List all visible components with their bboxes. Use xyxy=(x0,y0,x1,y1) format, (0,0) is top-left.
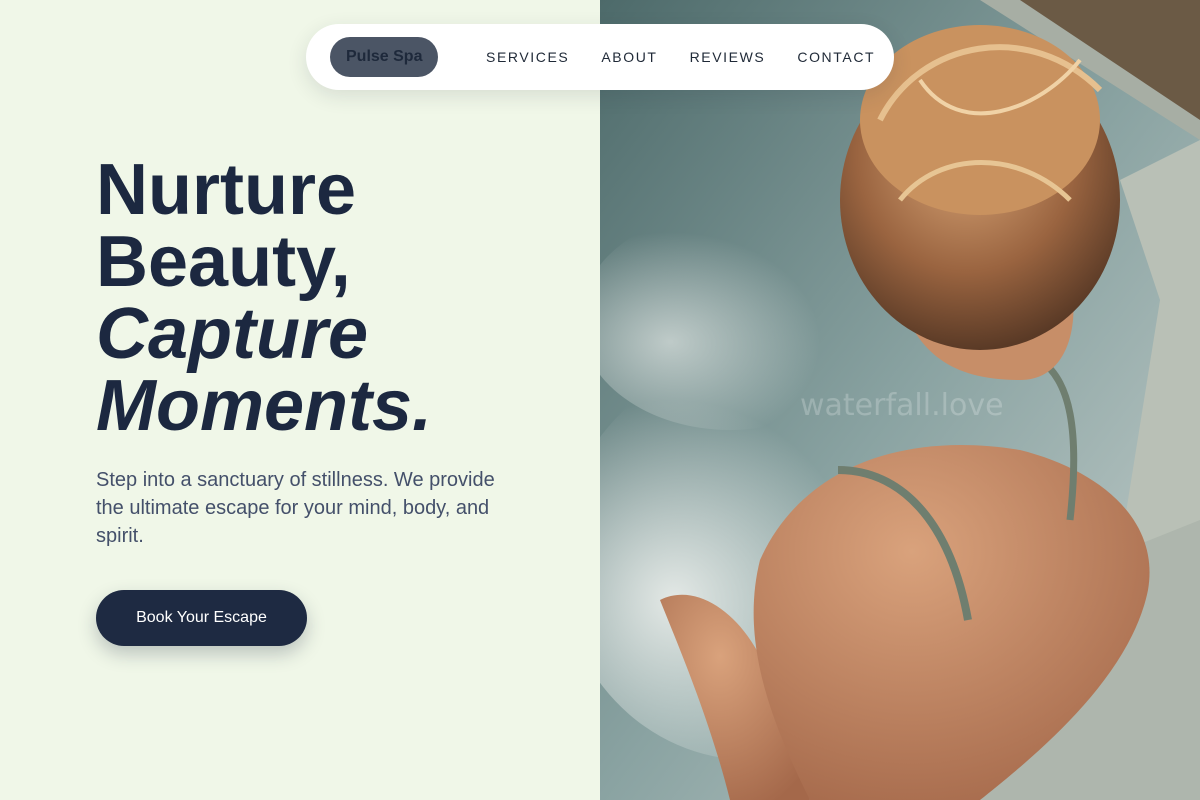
nav-link-services[interactable]: SERVICES xyxy=(486,49,569,65)
brand-logo-button[interactable]: Pulse Spa xyxy=(330,37,439,77)
top-navigation: Pulse Spa SERVICES ABOUT REVIEWS CONTACT xyxy=(306,24,894,90)
watermark-text: waterfall.love xyxy=(800,388,1004,423)
nav-link-contact[interactable]: CONTACT xyxy=(797,49,875,65)
nav-link-about[interactable]: ABOUT xyxy=(601,49,657,65)
hero-headline: Nurture Beauty, Capture Moments. xyxy=(96,154,576,442)
headline-line-3: Capture xyxy=(96,294,369,374)
hero-image: waterfall.love xyxy=(600,0,1200,800)
headline-line-4: Moments. xyxy=(96,366,433,446)
nav-links: SERVICES ABOUT REVIEWS CONTACT xyxy=(486,24,907,90)
hero-lede: Step into a sanctuary of stillness. We p… xyxy=(96,469,495,547)
headline-line-2: Beauty, xyxy=(96,222,351,302)
hero-left-panel: Nurture Beauty, Capture Moments. Step in… xyxy=(0,0,600,800)
headline-line-1: Nurture xyxy=(96,150,357,230)
book-escape-button[interactable]: Book Your Escape xyxy=(96,590,307,646)
nav-link-reviews[interactable]: REVIEWS xyxy=(690,49,766,65)
